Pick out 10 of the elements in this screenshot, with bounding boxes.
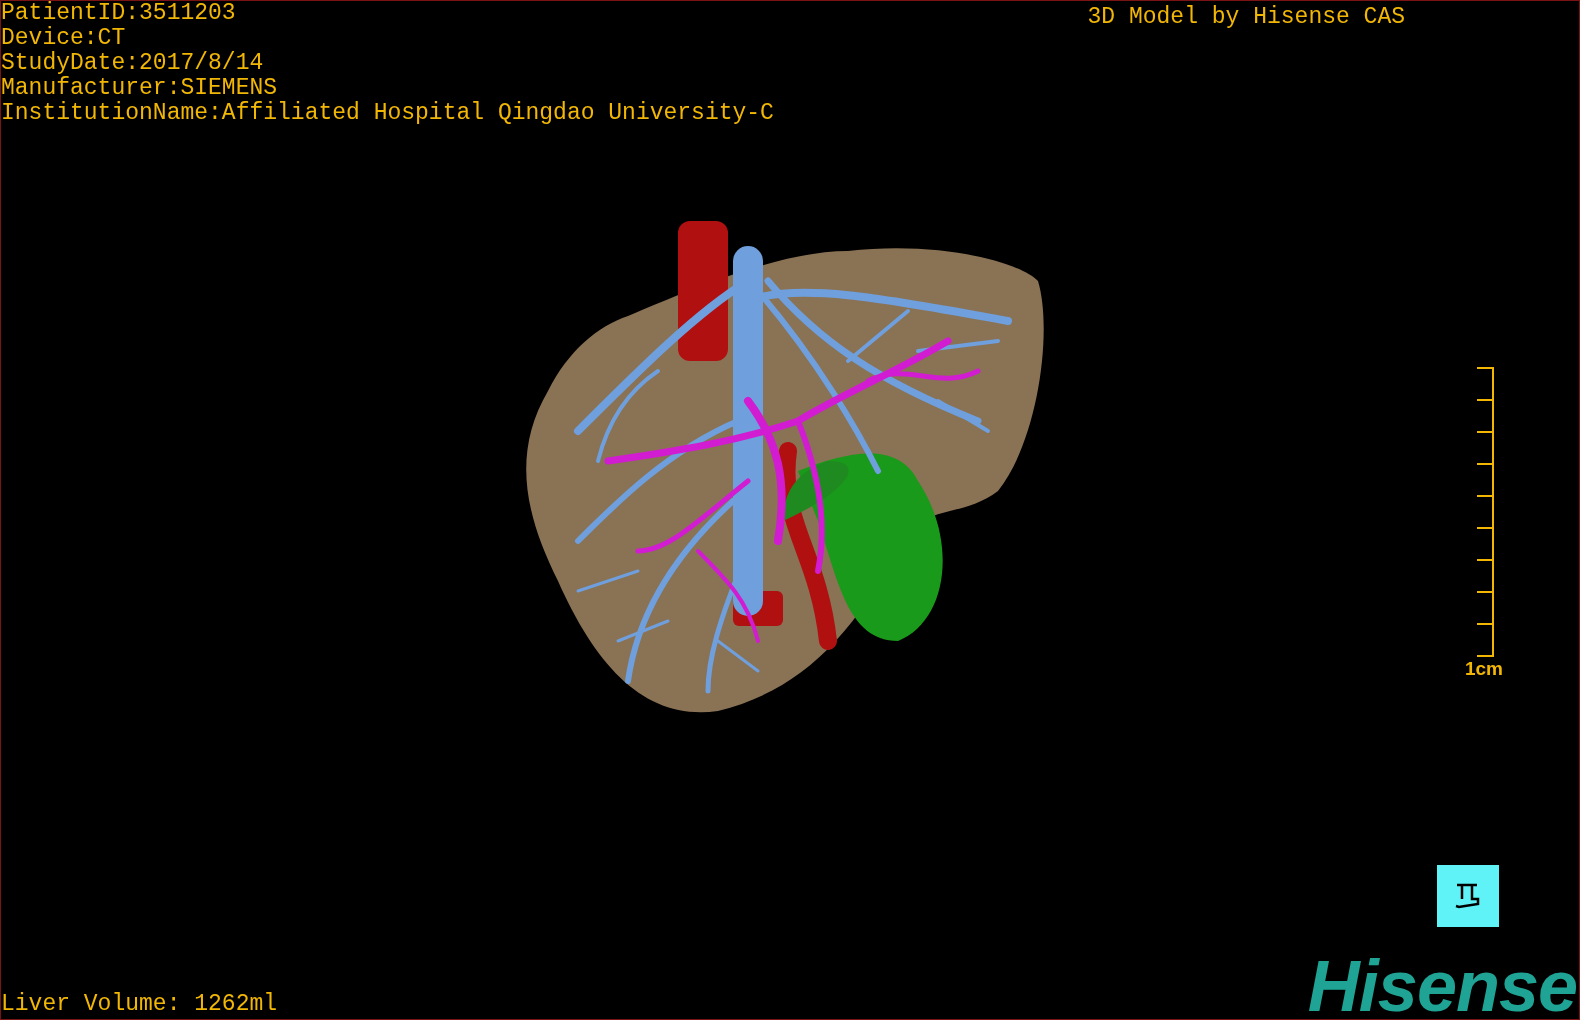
study-info-text: Manufacturer:SIEMENS <box>1 76 279 101</box>
viewer-title: 3D Model by Hisense CAS <box>1087 3 1405 32</box>
brand-logo: Hisense <box>1307 953 1577 1019</box>
study-info-text: PatientID:3511203 <box>1 1 237 26</box>
study-info-text: InstitutionName:Affiliated Hospital Qingdao University-C <box>1 101 774 126</box>
study-info-text: StudyDate:2017/8/14 <box>1 51 265 76</box>
study-info-text: Device:CT <box>1 26 127 51</box>
orientation-button[interactable] <box>1437 865 1499 927</box>
liver-volume-text: Liver Volume: 1262ml <box>1 990 278 1019</box>
scale-label: 1cm <box>1464 658 1503 680</box>
